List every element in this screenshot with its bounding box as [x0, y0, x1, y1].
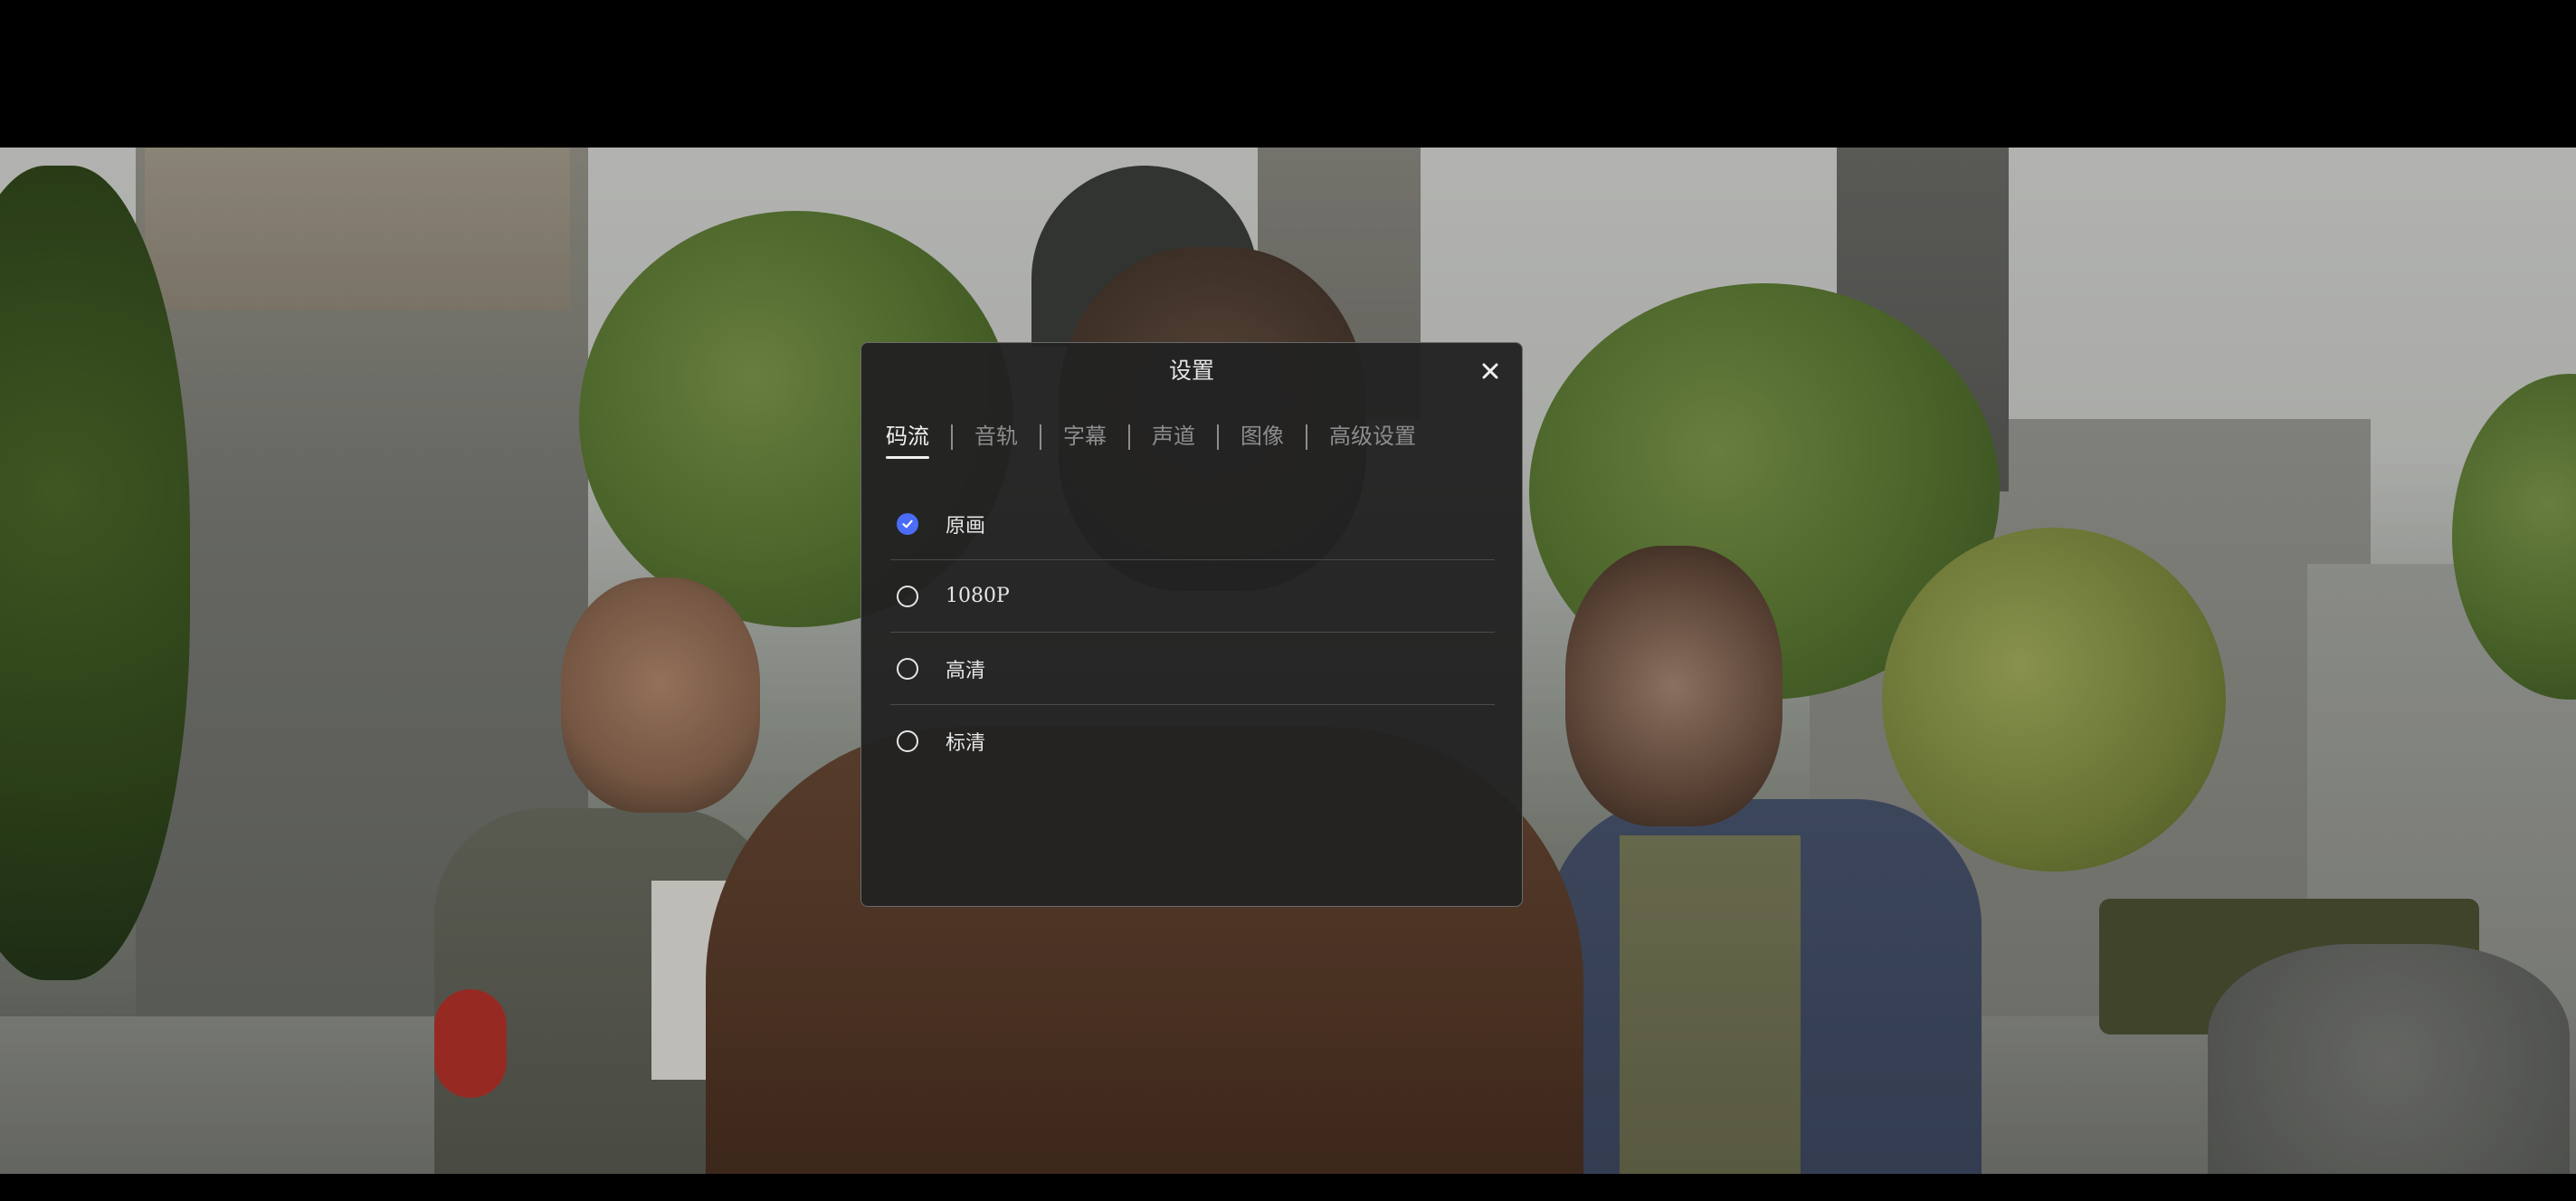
tab-divider: [1040, 424, 1041, 450]
tab-subtitles[interactable]: 字幕: [1063, 421, 1107, 459]
tab-divider: [951, 424, 953, 450]
tab-audio-track[interactable]: 音轨: [974, 421, 1018, 459]
close-button[interactable]: [1473, 354, 1507, 388]
radio-unchecked-icon[interactable]: [897, 657, 918, 680]
close-icon: [1482, 363, 1498, 379]
tab-divider: [1128, 424, 1130, 450]
tab-divider: [1217, 424, 1219, 450]
tab-divider: [1306, 424, 1307, 450]
tab-bar: 码流 音轨 字幕 声道 图像 高级设置: [886, 421, 1416, 466]
video-player[interactable]: 设置 码流 音轨 字幕 声道 图像 高级设置 原画 1080P 高清 标清: [0, 0, 2576, 1201]
dialog-title: 设置: [1168, 357, 1214, 384]
option-label: 原画: [946, 514, 986, 538]
option-original[interactable]: 原画: [890, 488, 1495, 560]
option-label: 1080P: [946, 585, 1010, 607]
quality-option-list: 原画 1080P 高清 标清: [890, 488, 1495, 777]
option-sd[interactable]: 标清: [890, 705, 1495, 777]
option-label: 标清: [946, 732, 986, 755]
radio-checked-icon[interactable]: [897, 512, 918, 535]
checkmark-icon: [902, 519, 913, 528]
option-label: 高清: [946, 659, 986, 682]
tab-audio-channel[interactable]: 声道: [1152, 421, 1195, 459]
option-hd[interactable]: 高清: [890, 633, 1495, 705]
radio-unchecked-icon[interactable]: [897, 585, 918, 607]
radio-unchecked-icon[interactable]: [897, 730, 918, 752]
settings-dialog: 设置 码流 音轨 字幕 声道 图像 高级设置 原画 1080P 高清 标清: [860, 342, 1523, 907]
tab-advanced-settings[interactable]: 高级设置: [1329, 421, 1416, 459]
option-1080p[interactable]: 1080P: [890, 560, 1495, 633]
tab-bitrate[interactable]: 码流: [886, 421, 929, 459]
tab-image[interactable]: 图像: [1240, 421, 1284, 459]
